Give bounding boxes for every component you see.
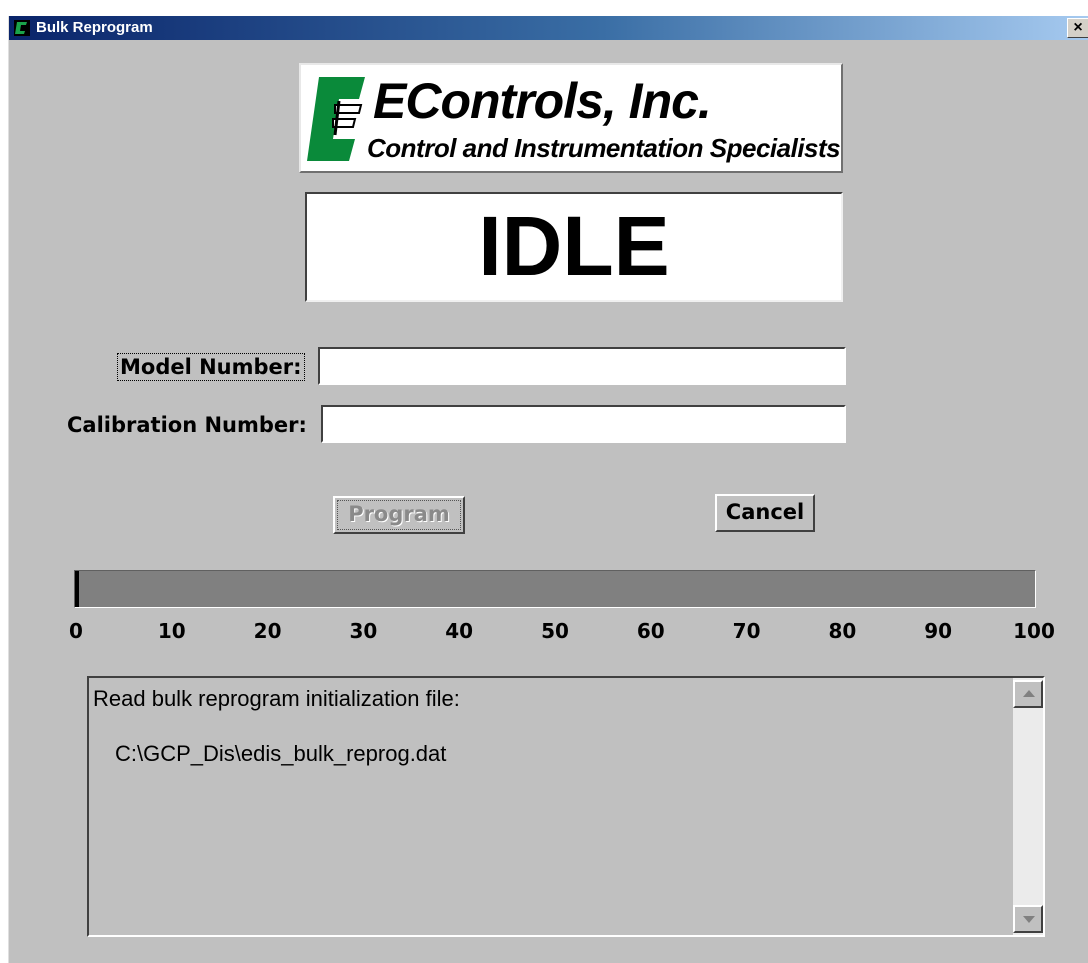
progress-tick-label: 80 (828, 619, 857, 643)
model-number-input[interactable] (318, 347, 846, 385)
progress-fill (75, 571, 79, 607)
progress-tick-label: 30 (349, 619, 378, 643)
progress-tick-label: 60 (636, 619, 665, 643)
program-button[interactable]: Program (333, 496, 465, 534)
arrow-up-icon (1023, 690, 1035, 697)
company-logo: EControls, Inc. Control and Instrumentat… (299, 63, 843, 173)
status-display: IDLE (305, 192, 843, 302)
close-icon: × (1073, 19, 1083, 36)
company-tagline: Control and Instrumentation Specialists (367, 133, 841, 163)
progress-tick-label: 0 (69, 619, 83, 643)
progress-tick-label: 70 (732, 619, 761, 643)
scroll-down-button[interactable] (1013, 905, 1043, 933)
close-button[interactable]: × (1067, 18, 1088, 38)
calibration-number-input[interactable] (321, 405, 846, 443)
model-number-label: Model Number: (117, 353, 305, 381)
cancel-button[interactable]: Cancel (715, 494, 815, 532)
scroll-up-button[interactable] (1013, 680, 1043, 708)
log-file-path: C:\GCP_Dis\edis_bulk_reprog.dat (115, 741, 447, 766)
econtrols-app-icon (14, 20, 30, 36)
progress-tick-label: 10 (157, 619, 186, 643)
arrow-down-icon (1023, 916, 1035, 923)
title-bar[interactable]: Bulk Reprogram × (9, 16, 1088, 40)
log-line: Read bulk reprogram initialization file: (93, 686, 460, 711)
company-name: EControls, Inc. (373, 73, 712, 129)
progress-tick-label: 20 (253, 619, 282, 643)
window-title: Bulk Reprogram (36, 19, 153, 36)
bulk-reprogram-window: Bulk Reprogram × EControls, Inc. Control… (8, 16, 1088, 963)
econtrols-logo-icon (307, 77, 365, 161)
progress-tick-label: 40 (445, 619, 474, 643)
log-output[interactable]: Read bulk reprogram initialization file:… (87, 676, 1045, 937)
progress-tick-label: 50 (541, 619, 569, 643)
status-text: IDLE (478, 199, 670, 293)
progress-bar (74, 570, 1036, 608)
calibration-number-label: Calibration Number: (67, 413, 307, 437)
progress-tick-label: 100 (1013, 619, 1055, 643)
log-scrollbar[interactable] (1013, 678, 1043, 935)
progress-tick-label: 90 (924, 619, 953, 643)
